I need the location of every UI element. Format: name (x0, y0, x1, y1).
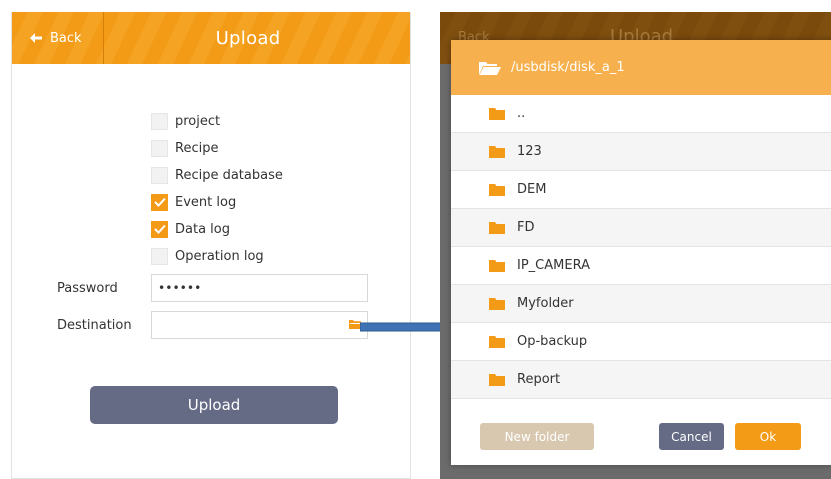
checkbox-checked[interactable] (151, 220, 168, 238)
back-button[interactable]: Back (12, 12, 104, 64)
option-label: Recipe (175, 140, 219, 156)
checkbox[interactable] (151, 139, 168, 157)
checkmark-icon (153, 197, 166, 207)
folder-open-icon (479, 61, 501, 75)
option-label: Operation log (175, 248, 264, 264)
checkmark-icon (153, 224, 166, 234)
header-bar: Back Upload (12, 12, 410, 64)
folder-name: FD (517, 220, 535, 235)
cancel-button[interactable]: Cancel (659, 423, 724, 450)
folder-item[interactable]: DEM (451, 171, 831, 209)
password-field[interactable]: •••••• (151, 274, 368, 302)
back-label: Back (50, 30, 82, 46)
option-recipe[interactable]: Recipe (151, 138, 218, 158)
option-label: project (175, 113, 221, 129)
folder-item[interactable]: FD (451, 209, 831, 247)
ok-button[interactable]: Ok (735, 423, 801, 450)
checkbox[interactable] (151, 166, 168, 184)
upload-screen: Back Upload project Recipe Recipe databa… (11, 12, 411, 479)
folder-name: IP_CAMERA (517, 258, 590, 273)
folder-name: Myfolder (517, 296, 574, 311)
option-label: Recipe database (175, 167, 283, 183)
folder-icon (489, 145, 505, 158)
option-label: Data log (175, 221, 230, 237)
folder-icon (489, 183, 505, 196)
folder-item[interactable]: IP_CAMERA (451, 247, 831, 285)
option-label: Event log (175, 194, 237, 210)
folder-item[interactable]: .. (451, 95, 831, 133)
new-folder-button[interactable]: New folder (480, 423, 594, 450)
folder-name: Report (517, 372, 561, 387)
folder-icon (489, 335, 505, 348)
folder-picker-dialog: /usbdisk/disk_a_1 .. 123 DEM FD IP_CAMER… (451, 40, 831, 465)
folder-name: 123 (517, 144, 542, 159)
folder-icon (489, 297, 505, 310)
current-path: /usbdisk/disk_a_1 (511, 60, 625, 75)
password-label: Password (57, 281, 118, 296)
folder-name: .. (517, 106, 526, 121)
checkbox[interactable] (151, 247, 168, 265)
upload-button[interactable]: Upload (90, 386, 338, 424)
back-arrow-icon (30, 33, 42, 43)
folder-icon (489, 259, 505, 272)
page-title: Upload (215, 27, 281, 49)
folder-icon (489, 221, 505, 234)
destination-field[interactable] (151, 311, 368, 339)
folder-name: Op-backup (517, 334, 588, 349)
option-operation-log[interactable]: Operation log (151, 246, 264, 266)
destination-label: Destination (57, 318, 132, 333)
folder-item[interactable]: Myfolder (451, 285, 831, 323)
folder-icon (489, 373, 505, 386)
folder-icon (489, 107, 505, 120)
option-recipe-database[interactable]: Recipe database (151, 165, 283, 185)
option-data-log[interactable]: Data log (151, 219, 230, 239)
option-project[interactable]: project (151, 111, 220, 131)
folder-item[interactable]: 123 (451, 133, 831, 171)
folder-item[interactable]: Op-backup (451, 323, 831, 361)
option-event-log[interactable]: Event log (151, 192, 236, 212)
folder-name: DEM (517, 182, 547, 197)
dialog-path-header: /usbdisk/disk_a_1 (451, 40, 831, 95)
checkbox-checked[interactable] (151, 193, 168, 211)
checkbox[interactable] (151, 112, 168, 130)
folder-item[interactable]: Report (451, 361, 831, 399)
